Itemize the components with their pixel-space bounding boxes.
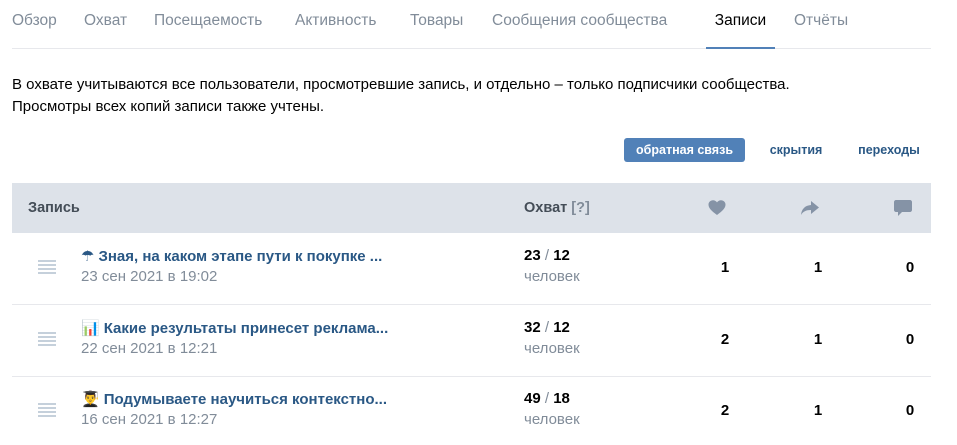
heart-icon[interactable]	[707, 198, 727, 218]
post-title: Подумываете научиться контекстно...	[103, 391, 388, 408]
post-text-icon	[38, 332, 56, 346]
share-icon[interactable]	[800, 198, 820, 218]
post-text-icon	[38, 260, 56, 274]
reach-value: 23 / 12	[524, 247, 570, 264]
post-date: 16 сен 2021 в 12:27	[81, 411, 218, 428]
filter-feedback-button[interactable]: обратная связь	[624, 138, 745, 162]
post-emoji: ☂	[81, 248, 95, 265]
comments-count: 0	[905, 402, 915, 419]
comment-icon[interactable]	[893, 198, 913, 218]
tab-bar: Обзор Охват Посещаемость Активность Това…	[12, 0, 931, 49]
reach-unit: человек	[524, 340, 580, 357]
table-row[interactable]: ☂ Зная, на каком этапе пути к покупке ...…	[12, 233, 931, 305]
table-row[interactable]: 👨‍🎓 Подумываете научиться контекстно... 1…	[12, 376, 931, 445]
shares-count: 1	[813, 402, 823, 419]
tab-activity[interactable]: Активность	[295, 0, 376, 49]
table-header: Запись Охват [?]	[12, 183, 931, 233]
tab-goods[interactable]: Товары	[410, 0, 463, 49]
post-date: 23 сен 2021 в 19:02	[81, 268, 218, 285]
post-date: 22 сен 2021 в 12:21	[81, 340, 218, 357]
shares-count: 1	[813, 259, 823, 276]
tab-overview[interactable]: Обзор	[12, 0, 57, 49]
reach-value: 32 / 12	[524, 319, 570, 336]
reach-total: 49	[524, 390, 541, 407]
shares-count: 1	[813, 331, 823, 348]
comments-count: 0	[905, 331, 915, 348]
filter-hides-button[interactable]: скрытия	[757, 138, 835, 162]
post-text-icon	[38, 403, 56, 417]
reach-total: 23	[524, 247, 541, 264]
post-title: Зная, на каком этапе пути к покупке ...	[98, 248, 383, 265]
reach-unit: человек	[524, 411, 580, 428]
reach-help-link[interactable]: [?]	[571, 200, 590, 216]
likes-count: 2	[720, 331, 730, 348]
column-reach-header: Охват [?]	[524, 183, 590, 233]
tab-attendance[interactable]: Посещаемость	[154, 0, 262, 49]
reach-separator: /	[544, 390, 550, 407]
reach-subscribers: 12	[553, 247, 570, 264]
info-line-1: В охвате учитываются все пользователи, п…	[12, 76, 790, 93]
column-reach-label: Охват	[524, 200, 568, 216]
comments-count: 0	[905, 259, 915, 276]
info-line-2: Просмотры всех копий записи также учтены…	[12, 98, 325, 115]
info-text: В охвате учитываются все пользователи, п…	[12, 74, 932, 118]
reach-value: 49 / 18	[524, 390, 570, 407]
likes-count: 2	[720, 402, 730, 419]
reach-unit: человек	[524, 268, 580, 285]
post-emoji: 👨‍🎓	[81, 391, 100, 408]
reach-subscribers: 18	[553, 390, 570, 407]
likes-count: 1	[720, 259, 730, 276]
reach-separator: /	[544, 247, 550, 264]
post-title: Какие результаты принесет реклама...	[103, 320, 389, 337]
reach-total: 32	[524, 319, 541, 336]
post-title-link[interactable]: 📊 Какие результаты принесет реклама...	[81, 319, 388, 337]
column-post-header: Запись	[28, 200, 80, 216]
table-row[interactable]: 📊 Какие результаты принесет реклама... 22…	[12, 305, 931, 377]
post-emoji: 📊	[81, 320, 100, 337]
filter-transitions-button[interactable]: переходы	[848, 138, 930, 162]
post-title-link[interactable]: 👨‍🎓 Подумываете научиться контекстно...	[81, 390, 387, 408]
tab-posts[interactable]: Записи	[706, 0, 775, 49]
tab-reach[interactable]: Охват	[84, 0, 127, 49]
tab-reports[interactable]: Отчёты	[794, 0, 848, 49]
reach-separator: /	[544, 319, 550, 336]
tab-community-messages[interactable]: Сообщения сообщества	[492, 0, 667, 49]
post-title-link[interactable]: ☂ Зная, на каком этапе пути к покупке ...	[81, 247, 382, 265]
reach-subscribers: 12	[553, 319, 570, 336]
